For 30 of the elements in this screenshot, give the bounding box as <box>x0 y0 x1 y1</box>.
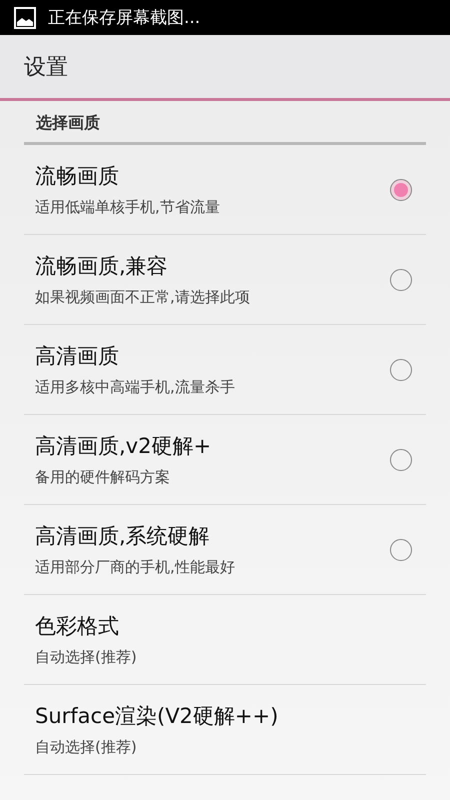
setting-item[interactable]: 流畅画质,兼容 如果视频画面不正常,请选择此项 <box>24 235 426 325</box>
setting-item[interactable]: 高清画质,系统硬解 适用部分厂商的手机,性能最好 <box>24 505 426 595</box>
setting-title: 流畅画质,兼容 <box>35 253 169 280</box>
setting-item[interactable]: 高清画质,v2硬解+ 备用的硬件解码方案 <box>24 415 426 505</box>
setting-item[interactable]: Surface渲染(V2硬解++) 自动选择(推荐) <box>24 685 426 775</box>
screenshot-icon <box>14 6 36 28</box>
setting-title: 高清画质,系统硬解 <box>35 523 211 550</box>
radio-button[interactable] <box>390 538 412 560</box>
setting-summary: 适用多核中高端手机,流量杀手 <box>35 378 236 397</box>
radio-button[interactable] <box>390 358 412 380</box>
setting-summary: 自动选择(推荐) <box>35 648 138 667</box>
setting-item[interactable]: 色彩格式 自动选择(推荐) <box>24 595 426 685</box>
radio-button[interactable] <box>390 448 412 470</box>
setting-title: Surface渲染(V2硬解++) <box>35 703 280 730</box>
page-title: 设置 <box>24 54 68 82</box>
setting-summary: 适用低端单核手机,节省流量 <box>35 198 221 217</box>
setting-title: 高清画质,v2硬解+ <box>35 433 212 460</box>
radio-button[interactable] <box>390 178 412 200</box>
setting-title: 流畅画质 <box>35 163 120 190</box>
setting-summary: 如果视频画面不正常,请选择此项 <box>35 288 251 307</box>
setting-item[interactable]: 流畅画质 适用低端单核手机,节省流量 <box>24 145 426 235</box>
setting-summary: 备用的硬件解码方案 <box>35 468 171 487</box>
setting-summary: 适用部分厂商的手机,性能最好 <box>35 558 236 577</box>
notification-text: 正在保存屏幕截图... <box>48 7 200 29</box>
setting-title: 高清画质 <box>35 343 120 370</box>
setting-item[interactable]: 高清画质 适用多核中高端手机,流量杀手 <box>24 325 426 415</box>
section-title: 选择画质 <box>36 113 100 132</box>
radio-button[interactable] <box>390 268 412 290</box>
setting-summary: 自动选择(推荐) <box>35 738 138 757</box>
setting-title: 色彩格式 <box>35 613 120 640</box>
